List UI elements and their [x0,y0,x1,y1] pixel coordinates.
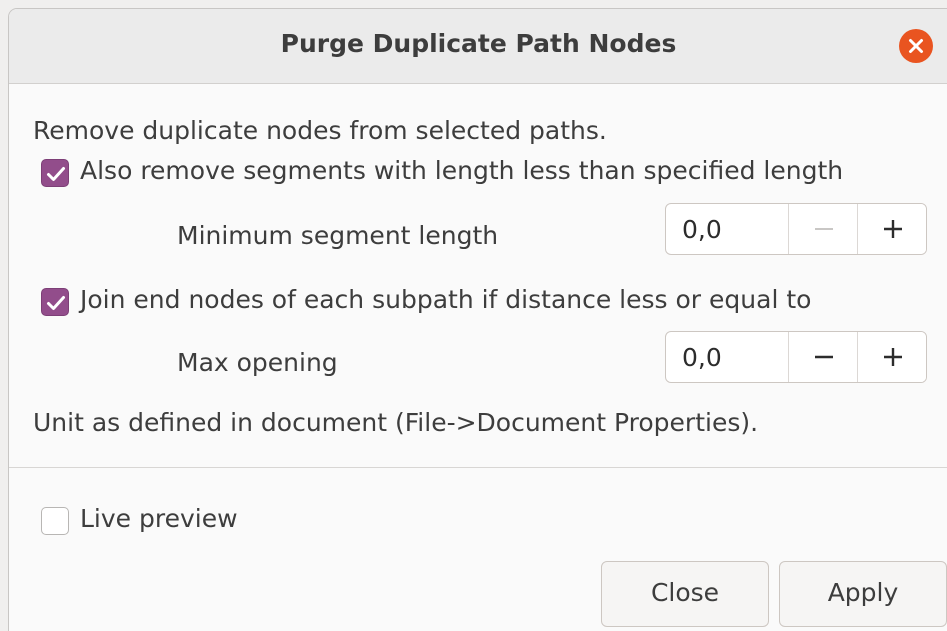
unit-note-text: Unit as defined in document (File->Docum… [33,408,759,437]
max-opening-decrement-button[interactable] [788,332,858,382]
checkmark-icon [47,296,65,310]
min-segment-length-increment-button[interactable] [857,204,926,254]
live-preview-label[interactable]: Live preview [80,504,238,533]
checkmark-icon [47,167,65,181]
join-end-nodes-checkbox[interactable] [41,288,69,316]
max-opening-increment-button[interactable] [857,332,926,382]
remove-segments-label[interactable]: Also remove segments with length less th… [80,156,843,185]
remove-segments-checkbox[interactable] [41,159,69,187]
close-button[interactable]: Close [601,561,769,627]
min-segment-length-label: Minimum segment length [177,221,499,250]
min-segment-length-input[interactable]: 0,0 [682,215,722,244]
min-segment-length-spinbutton: 0,0 [665,203,927,255]
description-text: Remove duplicate nodes from selected pat… [33,116,607,145]
plus-icon [884,348,902,366]
max-opening-label: Max opening [177,348,338,377]
minus-icon [815,355,833,359]
titlebar: Purge Duplicate Path Nodes [9,9,947,84]
max-opening-spinbutton: 0,0 [665,331,927,383]
live-preview-checkbox[interactable] [41,507,69,535]
minus-icon [815,228,833,230]
window-close-button[interactable] [899,29,933,63]
join-end-nodes-label[interactable]: Join end nodes of each subpath if distan… [80,285,811,314]
dialog-title: Purge Duplicate Path Nodes [280,29,677,58]
apply-button[interactable]: Apply [779,561,947,627]
plus-icon [884,220,902,238]
min-segment-length-decrement-button[interactable] [788,204,858,254]
max-opening-input[interactable]: 0,0 [682,343,722,372]
dialog-window: Purge Duplicate Path Nodes Remove duplic… [8,8,947,631]
close-icon [909,39,923,53]
separator [9,467,947,468]
